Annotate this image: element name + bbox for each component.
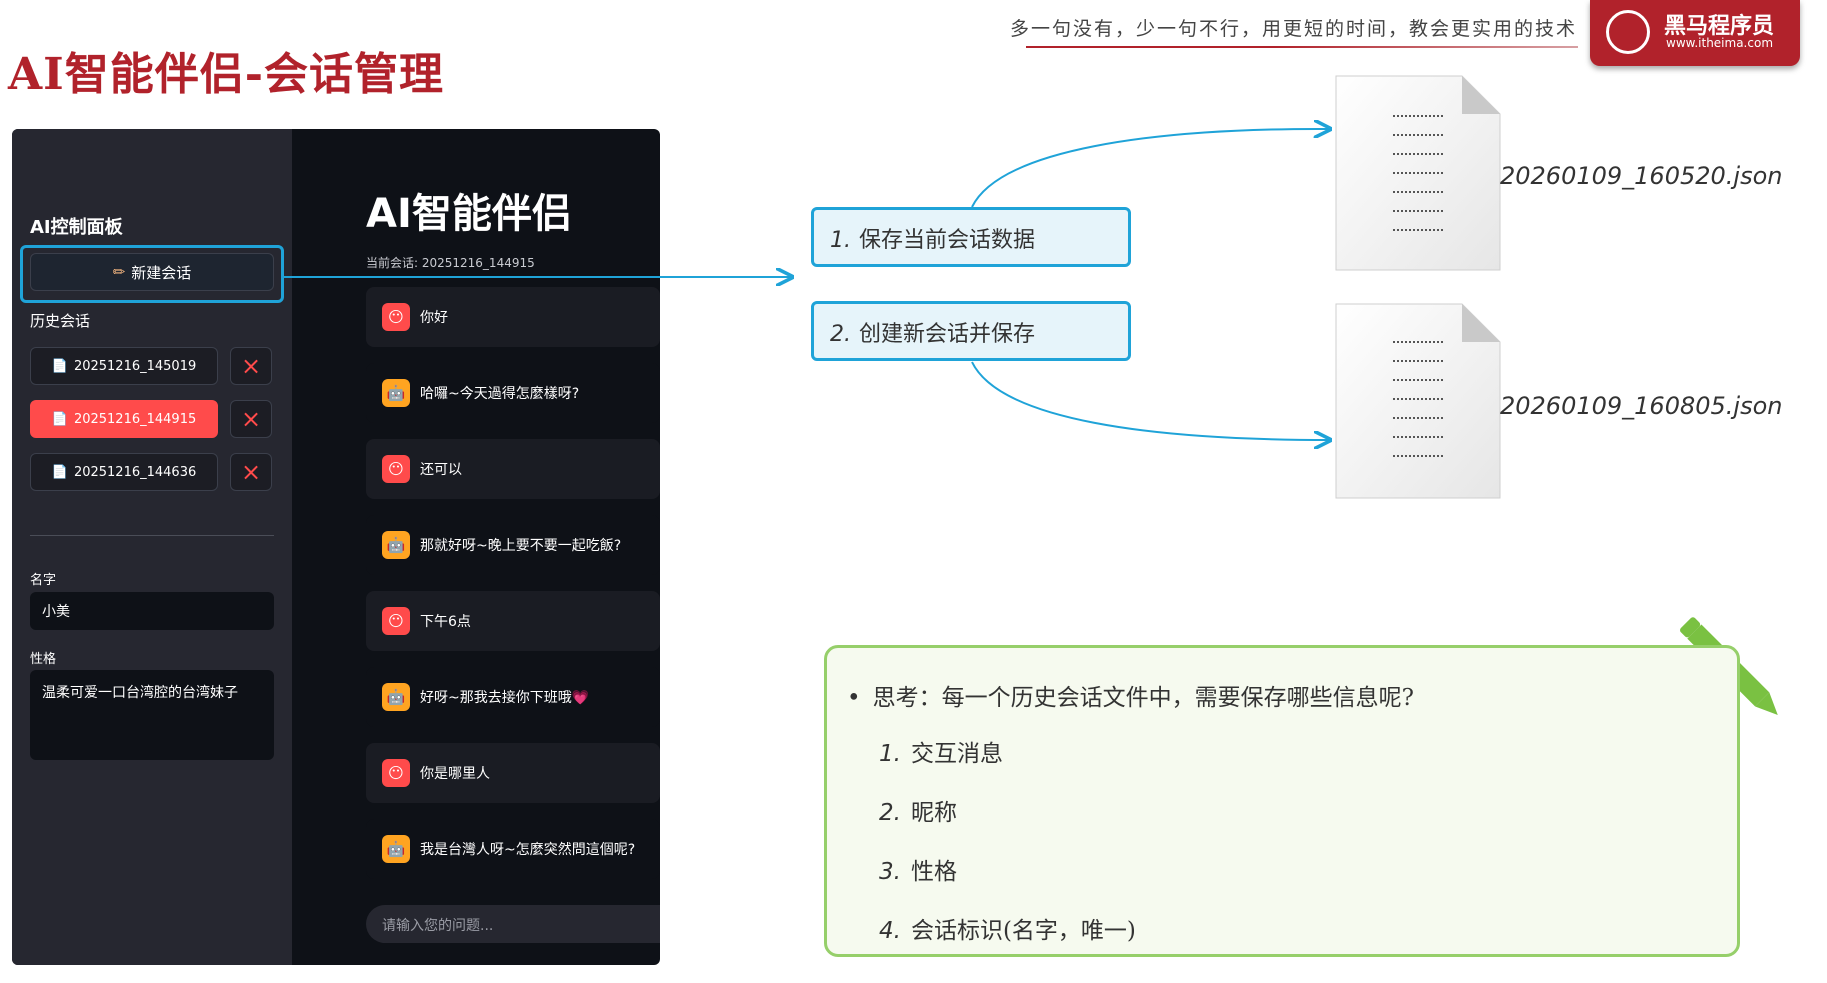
item-text: 昵称 xyxy=(910,800,957,826)
step-save-current: 1. 保存当前会话数据 xyxy=(811,207,1131,267)
save-arrow xyxy=(971,129,1330,208)
create-arrow xyxy=(971,361,1330,440)
item-number: 1. xyxy=(879,741,901,767)
step-create-new: 2. 创建新会话并保存 xyxy=(811,301,1131,361)
item-text: 性格 xyxy=(910,859,957,885)
bullet: • xyxy=(847,685,861,711)
step-text: 创建新会话并保存 xyxy=(859,322,1036,347)
item-text: 交互消息 xyxy=(910,741,1003,767)
item-number: 4. xyxy=(879,918,901,944)
step-number: 1. xyxy=(830,228,851,253)
item-number: 3. xyxy=(879,859,901,885)
item-text: 会话标识(名字，唯一) xyxy=(910,918,1136,944)
file-name: 20260109_160805.json xyxy=(1500,392,1783,420)
document-icon xyxy=(1335,303,1501,499)
document-icon xyxy=(1335,75,1501,271)
item-number: 2. xyxy=(879,800,901,826)
question-text: 思考：每一个历史会话文件中，需要保存哪些信息呢? xyxy=(872,685,1414,711)
think-item: 4. 会话标识(名字，唯一) xyxy=(879,911,1136,945)
file-name: 20260109_160520.json xyxy=(1500,162,1783,190)
think-question: • 思考：每一个历史会话文件中，需要保存哪些信息呢? xyxy=(847,678,1414,712)
think-item: 2. 昵称 xyxy=(879,793,957,827)
think-box: • 思考：每一个历史会话文件中，需要保存哪些信息呢? 1. 交互消息 2. 昵称 3.… xyxy=(824,645,1740,957)
think-item: 3. 性格 xyxy=(879,852,957,886)
step-number: 2. xyxy=(830,322,851,347)
step-text: 保存当前会话数据 xyxy=(859,228,1036,253)
think-item: 1. 交互消息 xyxy=(879,734,1003,768)
